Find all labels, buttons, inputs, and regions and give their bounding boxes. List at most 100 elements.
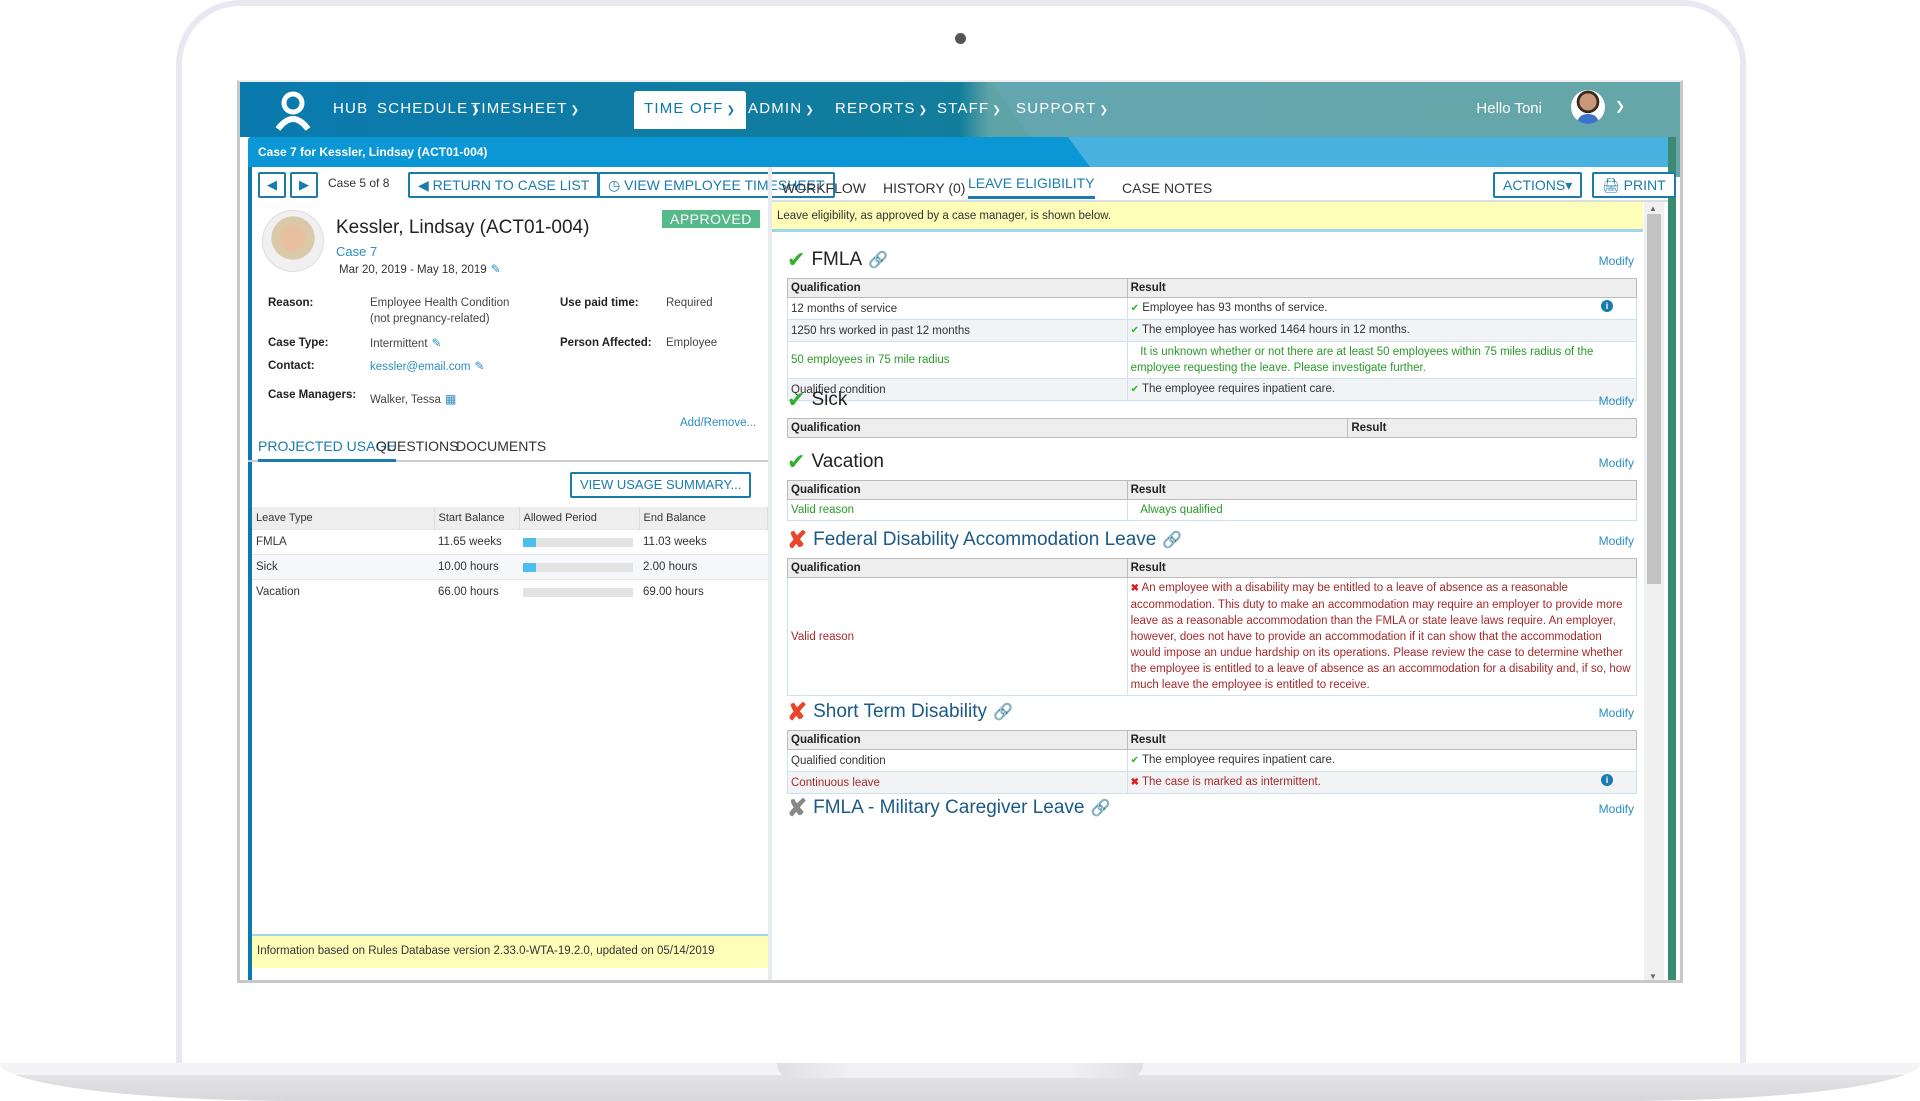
nav-admin[interactable]: ADMIN ❯ xyxy=(748,100,815,117)
qualification-table: Qualification Result Valid reason ✖ An em… xyxy=(787,558,1638,696)
case-bar-stripe xyxy=(1068,137,1668,167)
nav-reports[interactable]: REPORTS ❯ xyxy=(835,100,928,117)
result-header: Result xyxy=(1347,418,1637,438)
scroll-up-icon[interactable]: ▲ xyxy=(1649,204,1657,213)
caret-right-icon: ▶ xyxy=(299,177,309,192)
result-header: Result xyxy=(1126,730,1638,750)
view-usage-summary-button[interactable]: VIEW USAGE SUMMARY... xyxy=(570,472,752,498)
modify-link[interactable]: Modify xyxy=(1599,394,1634,408)
dates-text: Mar 20, 2019 - May 18, 2019 xyxy=(339,264,487,276)
qualification-header: Qualification xyxy=(787,480,1128,500)
result-cell: Always qualified xyxy=(1126,499,1638,521)
modify-link[interactable]: Modify xyxy=(1599,254,1634,268)
link-icon[interactable]: 🔗 xyxy=(1090,798,1110,818)
link-icon[interactable]: 🔗 xyxy=(993,702,1013,722)
user-menu-chevron-icon[interactable]: ❯ xyxy=(1615,99,1625,113)
allowed-period xyxy=(519,529,639,555)
usage-row: Vacation 66.00 hours 69.00 hours xyxy=(252,579,768,605)
check-icon: ✔ xyxy=(1130,325,1139,336)
section-title: ✔ Sick xyxy=(787,382,1637,418)
qualification-cell: Valid reason xyxy=(787,499,1128,521)
status-badge: APPROVED xyxy=(662,210,760,228)
allowed-period-bar xyxy=(523,537,633,547)
nav-hub[interactable]: HUB xyxy=(333,100,368,117)
modify-link[interactable]: Modify xyxy=(1599,456,1634,470)
modify-link[interactable]: Modify xyxy=(1599,706,1634,720)
link-icon[interactable]: 🔗 xyxy=(1162,530,1182,550)
result-cell: ✔ Employee has 93 months of service. i xyxy=(1126,297,1638,320)
qualification-row: 12 months of service ✔ Employee has 93 m… xyxy=(787,297,1638,320)
caret-left-icon: ◀ xyxy=(418,177,433,193)
nav-staff[interactable]: STAFF ❯ xyxy=(937,100,1002,117)
eligibility-banner: Leave eligibility, as approved by a case… xyxy=(772,202,1643,232)
nav-schedule[interactable]: SCHEDULE ❯ xyxy=(377,100,481,117)
left-tabs: PROJECTED USAGE QUESTIONS DOCUMENTS xyxy=(248,432,768,462)
tab-leave-eligibility[interactable]: LEAVE ELIGIBILITY xyxy=(968,175,1095,199)
previous-case-button[interactable]: ◀ xyxy=(258,172,286,198)
case-body: ◀ ▶ Case 5 of 8 ◀ RETURN TO CASE LIST ◷ … xyxy=(248,137,1676,980)
info-icon[interactable]: i xyxy=(1601,300,1613,312)
case-type-value: Intermittent ✎ xyxy=(370,335,442,352)
use-paid-value: Required xyxy=(666,297,713,309)
tab-history[interactable]: HISTORY (0) xyxy=(883,180,965,196)
edit-icon[interactable]: ✎ xyxy=(475,359,485,373)
result-cell: ✔ The employee requires inpatient care. xyxy=(1126,749,1638,772)
next-case-button[interactable]: ▶ xyxy=(290,172,318,198)
managers-text: Walker, Tessa xyxy=(370,394,441,406)
nav-reports-label: REPORTS xyxy=(835,100,916,117)
chevron-down-icon: ❯ xyxy=(570,105,581,116)
check-icon: ✔ xyxy=(1130,755,1139,766)
nav-time-off[interactable]: TIME OFF ❯ xyxy=(634,91,747,129)
end-balance: 69.00 hours xyxy=(639,579,768,605)
modify-link[interactable]: Modify xyxy=(1599,534,1634,548)
case-type-text: Intermittent xyxy=(370,338,428,350)
col-end-balance: End Balance xyxy=(639,507,768,530)
qualification-row: 1250 hrs worked in past 12 months ✔ The … xyxy=(787,319,1638,342)
edit-icon[interactable]: ✎ xyxy=(432,336,442,350)
qualification-row: Valid reason ✖ An employee with a disabi… xyxy=(787,577,1638,696)
info-icon[interactable]: i xyxy=(1601,774,1613,786)
eligibility-section: ✘ FMLA - Military Caregiver Leave 🔗 Modify xyxy=(787,790,1637,830)
link-icon[interactable]: 🔗 xyxy=(868,250,888,270)
user-avatar[interactable] xyxy=(1571,90,1605,124)
eligibility-section: ✔ Vacation Modify Qualification Result Val… xyxy=(787,444,1638,522)
nav-timesheet-label: TIMESHEET xyxy=(471,100,568,117)
scrollbar-thumb[interactable] xyxy=(1647,214,1661,584)
section-title-text: FMLA - Military Caregiver Leave xyxy=(813,797,1085,818)
reason-text: Employee Health Condition xyxy=(370,297,510,309)
clock-icon: ◷ xyxy=(608,177,625,193)
edit-icon[interactable]: ✎ xyxy=(491,262,501,276)
qualification-cell: 50 employees in 75 mile radius xyxy=(787,341,1128,379)
usage-table: Leave Type Start Balance Allowed Period … xyxy=(252,507,768,605)
section-title-text: FMLA xyxy=(811,249,863,270)
nav-timesheet[interactable]: TIMESHEET ❯ xyxy=(471,100,580,117)
tab-case-notes[interactable]: CASE NOTES xyxy=(1122,180,1212,196)
leave-type: FMLA xyxy=(252,529,434,555)
result-cell: ✔ The employee has worked 1464 hours in … xyxy=(1126,319,1638,342)
add-remove-managers-link[interactable]: Add/Remove... xyxy=(680,415,756,431)
qualification-row: 50 employees in 75 mile radius It is unk… xyxy=(787,341,1638,379)
tab-workflow[interactable]: WORKFLOW xyxy=(782,180,866,196)
tab-documents[interactable]: DOCUMENTS xyxy=(456,438,546,454)
contact-email-link[interactable]: kessler@email.com xyxy=(370,361,471,373)
eligibility-content: ✔ FMLA 🔗 Modify Qualification Result 12 mon… xyxy=(786,242,1638,830)
top-nav: HUB SCHEDULE ❯ TIMESHEET ❯ TIME OFF ❯ ADMIN… xyxy=(240,82,1680,177)
section-title: ✔ Vacation xyxy=(787,444,1637,480)
contact-card-icon[interactable]: ▦ xyxy=(445,392,456,406)
case-link[interactable]: Case 7 xyxy=(336,244,377,259)
return-to-case-list-button[interactable]: ◀ RETURN TO CASE LIST xyxy=(408,172,600,198)
contact-label: Contact: xyxy=(268,360,315,372)
app-logo-icon[interactable] xyxy=(274,89,312,131)
scrollbar[interactable]: ▲ ▼ xyxy=(1644,202,1664,980)
tab-questions[interactable]: QUESTIONS xyxy=(376,438,458,454)
modify-link[interactable]: Modify xyxy=(1599,802,1634,816)
x-icon: ✘ xyxy=(787,698,808,726)
user-greeting[interactable]: Hello Toni xyxy=(1476,100,1542,117)
app-screen: HUB SCHEDULE ❯ TIMESHEET ❯ TIME OFF ❯ ADMIN… xyxy=(237,80,1683,983)
nav-support[interactable]: SUPPORT ❯ xyxy=(1016,100,1109,117)
scroll-down-icon[interactable]: ▼ xyxy=(1649,972,1657,980)
allowed-period-bar xyxy=(523,587,633,597)
contact-value: kessler@email.com ✎ xyxy=(370,358,485,375)
section-title-text: Vacation xyxy=(811,451,884,472)
section-title-text: Sick xyxy=(811,389,848,410)
